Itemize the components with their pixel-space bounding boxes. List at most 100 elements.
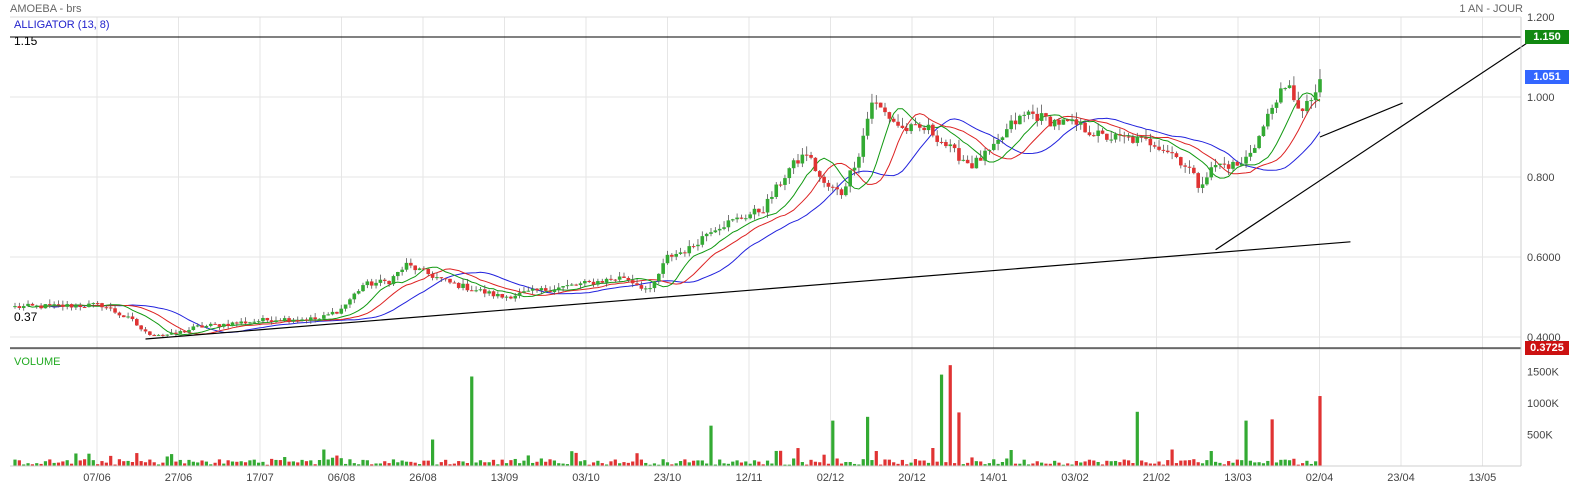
candle-body (1305, 100, 1309, 112)
volume-bar (1005, 458, 1009, 466)
candle-body (417, 268, 422, 271)
candle-body (452, 282, 457, 284)
candle-body (535, 288, 539, 291)
candle-body (735, 217, 739, 220)
volume-bar (752, 460, 757, 466)
candle-body (926, 124, 931, 131)
volume-bar (1096, 461, 1100, 466)
candle-body (152, 334, 156, 336)
volume-bar (591, 462, 596, 466)
volume-bar (165, 456, 169, 466)
candle-body (1092, 135, 1096, 137)
x-tick-label: 12/11 (736, 472, 763, 484)
volume-label: VOLUME (14, 356, 61, 368)
volume-bar (939, 374, 944, 466)
volume-bar (687, 462, 691, 466)
candle-body (717, 228, 722, 231)
volume-bar (100, 461, 104, 466)
period-selector[interactable]: 1 AN - JOUR (1459, 3, 1523, 15)
volume-bar (1000, 462, 1005, 466)
candle-body (391, 276, 396, 285)
candle-body (965, 159, 970, 164)
candle-body (1131, 136, 1135, 143)
volume-bar (457, 461, 461, 466)
candle-body (826, 182, 831, 187)
volume-bar (409, 461, 413, 466)
volume-bar (509, 460, 513, 466)
candle-body (713, 230, 718, 233)
candle-body (1279, 88, 1283, 103)
x-tick-label: 14/01 (980, 472, 1008, 484)
candle-body (261, 317, 265, 322)
candle-body (396, 271, 400, 277)
volume-bar (948, 365, 952, 466)
candle-body (1244, 156, 1248, 164)
volume-bar (278, 460, 282, 466)
volume-bar (1244, 420, 1248, 466)
candle-body (287, 318, 291, 322)
candle-body (291, 320, 296, 322)
candle-body (21, 306, 26, 309)
candle-body (65, 304, 69, 307)
volume-bar (1092, 460, 1096, 466)
candle-body (1083, 122, 1087, 133)
volume-bar (700, 460, 704, 466)
candle-body (191, 326, 196, 330)
volume-bar (335, 455, 339, 466)
volume-bar (1187, 460, 1192, 466)
volume-bar (126, 460, 130, 466)
candle-body (844, 186, 848, 196)
x-axis-ticks: 07/06 27/06 17/07 06/08 26/08 13/09 03/10 23/10… (83, 472, 1496, 484)
volume-bar (1214, 461, 1218, 466)
candle-body (365, 281, 370, 286)
candle-body (578, 283, 583, 286)
volume-bar (122, 461, 126, 466)
level-label-low: 0.37 (14, 310, 38, 324)
volume-bar (109, 455, 113, 466)
candle-body (48, 304, 52, 306)
candle-body (813, 157, 818, 172)
candle-body (674, 253, 678, 257)
candle-body (1018, 115, 1022, 125)
candle-body (1005, 129, 1009, 138)
volume-bar (844, 461, 848, 466)
volume-bar (1113, 460, 1118, 466)
x-tick-label: 23/04 (1387, 472, 1415, 484)
candle-body (1113, 134, 1118, 140)
candle-body (352, 293, 357, 300)
volume-bar (1183, 460, 1187, 466)
candle-body (56, 304, 61, 306)
candle-body (39, 305, 43, 309)
candle-body (491, 291, 496, 297)
x-tick-label: 21/02 (1143, 472, 1171, 484)
volume-bar (1248, 460, 1252, 466)
volume-bar (583, 460, 587, 466)
volume-bar (774, 450, 778, 466)
candle-body (952, 144, 957, 149)
candle-body (726, 220, 731, 228)
volume-bar (1009, 450, 1013, 466)
candle-body (591, 281, 596, 285)
candle-body (1283, 88, 1287, 90)
x-tick-label: 13/05 (1469, 472, 1497, 484)
volume-bar (143, 462, 148, 466)
candle-body (944, 142, 948, 147)
volume-bar (1270, 419, 1274, 466)
candle-body (100, 303, 104, 308)
candle-body (430, 274, 435, 278)
candle-body (539, 288, 544, 291)
volume-bar (822, 454, 826, 466)
volume-bar (204, 461, 208, 466)
candle-body (91, 303, 96, 305)
candle-body (622, 276, 626, 278)
volume-bar (461, 461, 465, 466)
candle-body (1044, 113, 1048, 117)
candle-body (530, 288, 535, 291)
volume-bar (261, 461, 265, 466)
volume-bar (91, 460, 95, 466)
volume-bar (1109, 461, 1113, 466)
candle-body (439, 277, 444, 279)
volume-bar (87, 453, 91, 466)
candle-body (570, 284, 574, 286)
volume-bar (1118, 462, 1122, 466)
